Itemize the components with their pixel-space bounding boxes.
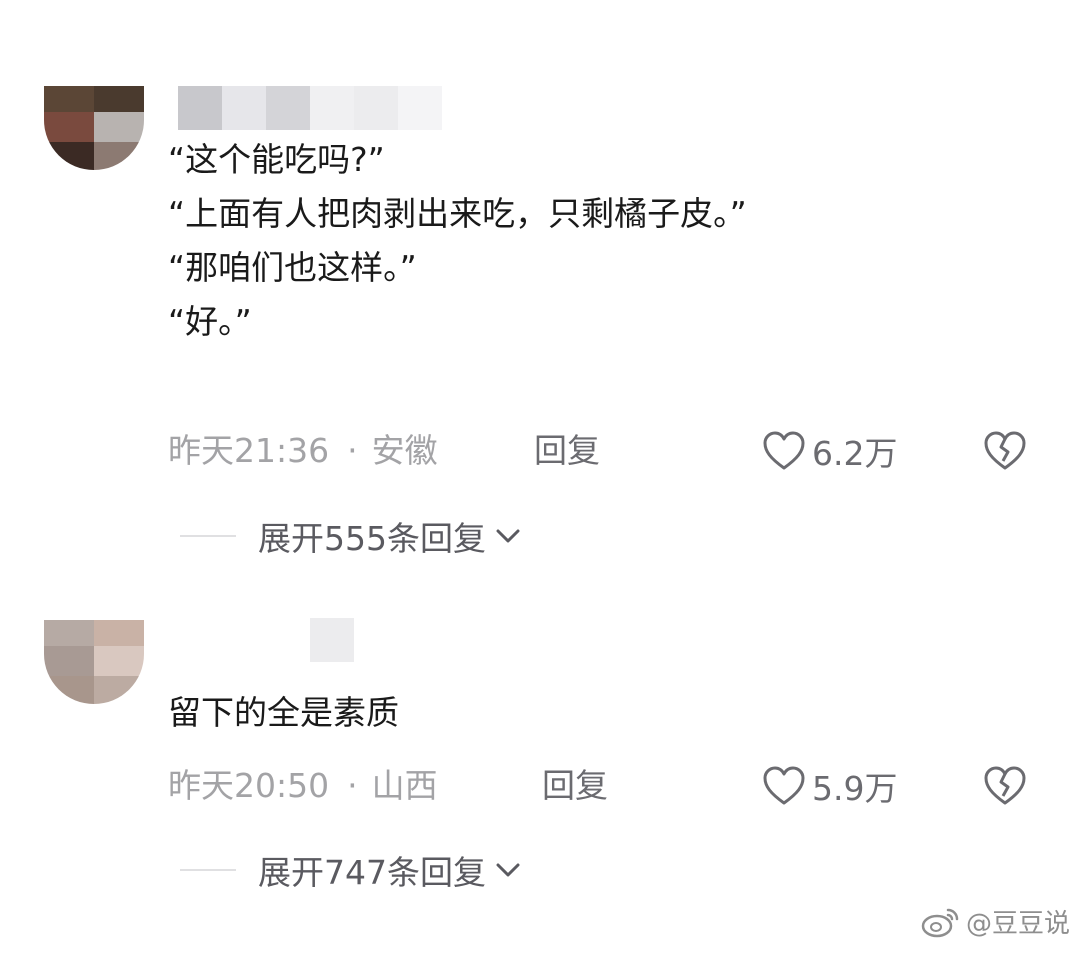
heart-outline-icon bbox=[763, 766, 805, 805]
like-button[interactable]: 6.2万 bbox=[762, 429, 897, 473]
comment-location: 安徽 bbox=[371, 431, 438, 470]
avatar[interactable] bbox=[44, 620, 144, 704]
comment-meta: 昨天20:50 · 山西 bbox=[168, 764, 438, 808]
expand-replies-button[interactable]: 展开555条回复 bbox=[180, 514, 522, 558]
comment-location: 山西 bbox=[371, 766, 438, 805]
expand-replies-label: 展开747条回复 bbox=[258, 853, 486, 892]
like-count: 6.2万 bbox=[812, 434, 898, 473]
divider bbox=[180, 535, 236, 537]
username-blurred[interactable] bbox=[178, 86, 442, 130]
comment-content: “这个能吃吗?” “上面有人把肉剥出来吃，只剩橘子皮。” “那咱们也这样。” “… bbox=[168, 133, 747, 349]
chevron-down-icon bbox=[496, 529, 520, 543]
chevron-down-icon bbox=[496, 863, 520, 877]
username-blurred[interactable] bbox=[310, 618, 354, 662]
comment-line: 留下的全是素质 bbox=[168, 693, 399, 732]
like-count: 5.9万 bbox=[812, 769, 898, 808]
expand-replies-button[interactable]: 展开747条回复 bbox=[180, 848, 522, 892]
reply-button[interactable]: 回复 bbox=[534, 429, 600, 473]
comment-meta: 昨天21:36 · 安徽 bbox=[168, 429, 438, 473]
broken-heart-icon bbox=[984, 431, 1026, 470]
comment-time: 昨天21:36 bbox=[168, 431, 330, 470]
dislike-button[interactable] bbox=[982, 429, 1028, 473]
comment-time: 昨天20:50 bbox=[168, 766, 330, 805]
comment-content: 留下的全是素质 bbox=[168, 686, 399, 740]
watermark-text: @豆豆说 bbox=[965, 909, 1070, 939]
broken-heart-icon bbox=[984, 766, 1026, 805]
meta-separator: · bbox=[347, 766, 358, 805]
watermark: @豆豆说 bbox=[920, 903, 1070, 940]
meta-separator: · bbox=[347, 431, 358, 470]
dislike-button[interactable] bbox=[982, 764, 1028, 808]
divider bbox=[180, 869, 236, 871]
comment-line: “这个能吃吗?” bbox=[168, 140, 385, 179]
heart-outline-icon bbox=[763, 431, 805, 470]
expand-replies-label: 展开555条回复 bbox=[258, 519, 486, 558]
like-button[interactable]: 5.9万 bbox=[762, 764, 897, 808]
comment-line: “好。” bbox=[168, 302, 252, 341]
weibo-logo-icon bbox=[921, 908, 959, 937]
reply-button[interactable]: 回复 bbox=[542, 764, 608, 808]
comment-line: “那咱们也这样。” bbox=[168, 248, 417, 287]
avatar[interactable] bbox=[44, 86, 144, 170]
comment-line: “上面有人把肉剥出来吃，只剩橘子皮。” bbox=[168, 194, 747, 233]
